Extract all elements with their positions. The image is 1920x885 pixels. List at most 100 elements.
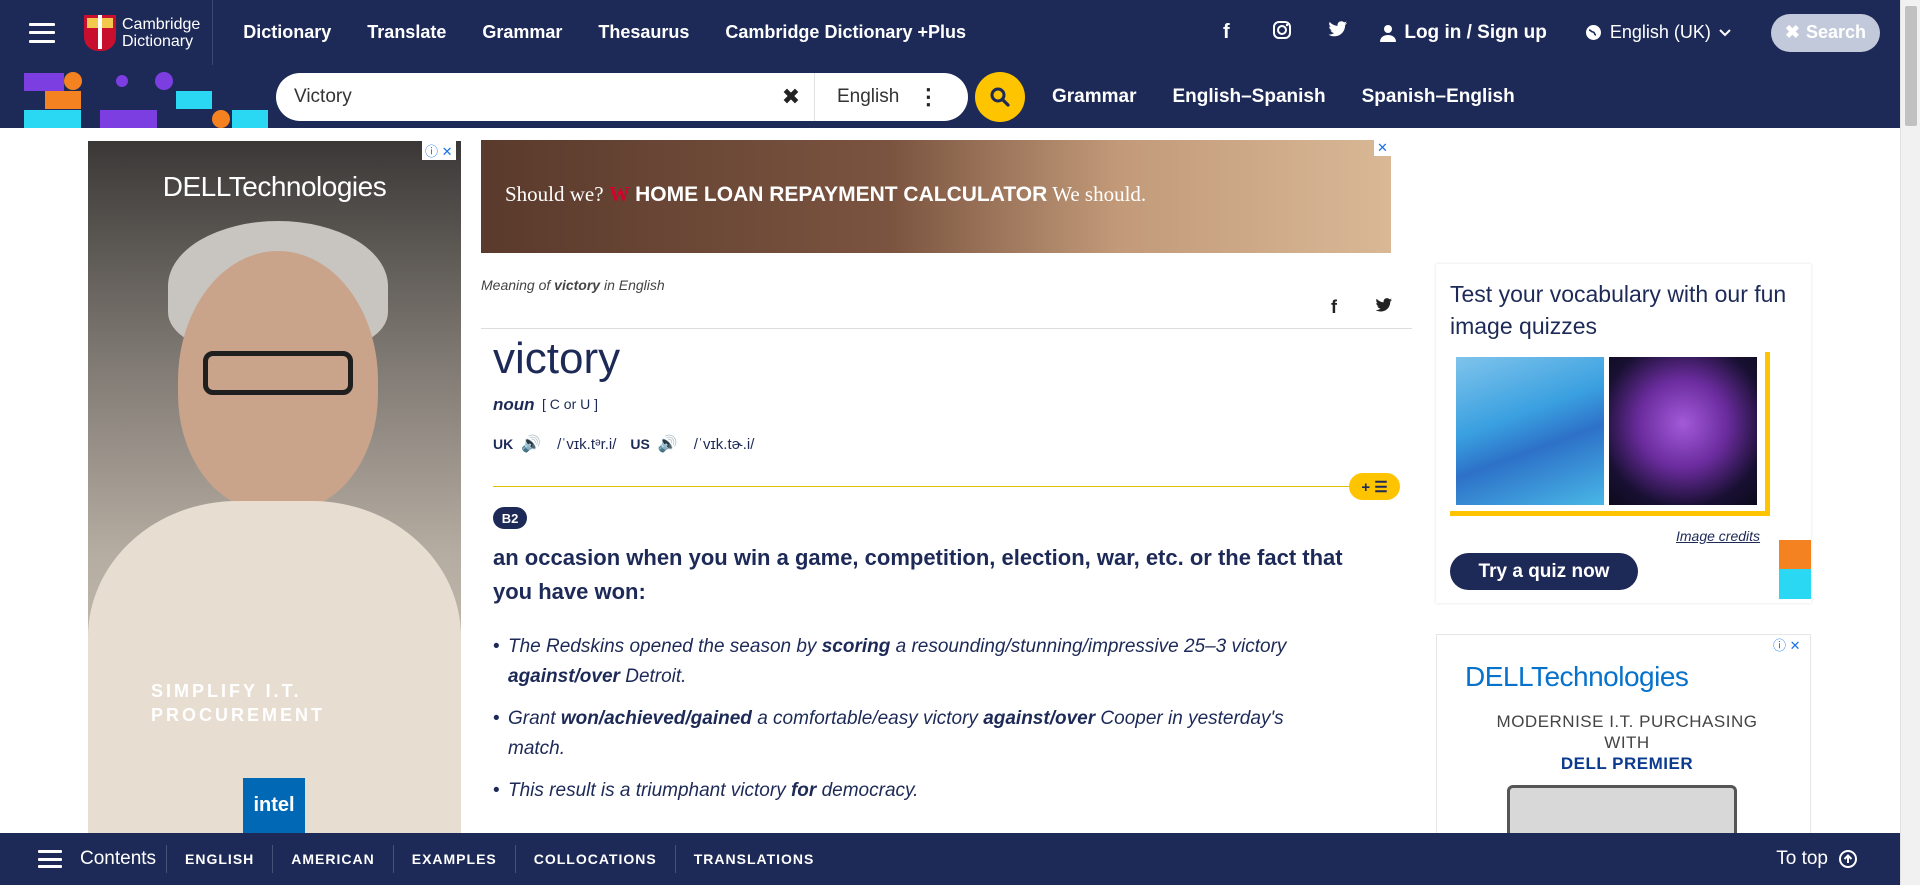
- example-item: This result is a triumphant victory for …: [493, 776, 1343, 806]
- ad-photo-glasses: [203, 351, 353, 395]
- part-of-speech: noun: [493, 395, 535, 414]
- decorative-block: [100, 110, 157, 128]
- image-credits-link[interactable]: Image credits: [1676, 528, 1760, 544]
- nav-thesaurus[interactable]: Thesaurus: [580, 22, 707, 43]
- decorative-dot: [64, 72, 82, 90]
- logo-text-line1: Cambridge: [122, 15, 201, 33]
- meaning-suffix: in English: [603, 277, 665, 293]
- meaning-prefix: Meaning of: [481, 277, 551, 293]
- share-twitter-icon[interactable]: [1375, 297, 1393, 318]
- ad-left-copy-line2: PROCUREMENT: [151, 705, 326, 725]
- scrollbar-thumb[interactable]: [1905, 6, 1917, 126]
- to-top-button[interactable]: To top: [1776, 848, 1858, 870]
- cambridge-shield-icon: [84, 14, 116, 51]
- nav-plus[interactable]: Cambridge Dictionary +Plus: [707, 22, 984, 43]
- tab-examples[interactable]: EXAMPLES: [392, 845, 515, 873]
- close-icon: ✖: [1784, 22, 1800, 42]
- left-advertisement[interactable]: DELLTechnologies SIMPLIFY I.T. PROCUREME…: [88, 141, 461, 833]
- nav-dictionary[interactable]: Dictionary: [225, 22, 349, 43]
- search-submit-button[interactable]: [975, 72, 1025, 122]
- uk-audio-icon[interactable]: 🔊: [521, 434, 541, 454]
- twitter-icon[interactable]: [1310, 21, 1366, 44]
- to-top-label: To top: [1776, 848, 1828, 869]
- ad-laptop-image: [1507, 785, 1737, 833]
- decorative-block: [1779, 540, 1811, 569]
- us-audio-icon[interactable]: 🔊: [658, 434, 678, 454]
- decorative-dot: [116, 75, 128, 87]
- hamburger-icon: [29, 22, 55, 43]
- quiz-title: Test your vocabulary with our fun image …: [1450, 281, 1787, 339]
- ad-right-copy-line1: MODERNISE I.T. PURCHASING: [1496, 712, 1758, 731]
- decorative-block: [24, 110, 81, 128]
- grammar-code: [ C or U ]: [542, 396, 599, 412]
- meaning-caption: Meaning of victory in English: [481, 277, 665, 293]
- example-item: The Redskins opened the season by scorin…: [493, 632, 1343, 692]
- us-ipa: /ˈvɪk.tɚ.i/: [693, 435, 755, 453]
- instagram-icon[interactable]: [1254, 20, 1310, 46]
- us-label: US: [630, 436, 650, 452]
- section-tabs: ENGLISH AMERICAN EXAMPLES COLLOCATIONS T…: [166, 845, 832, 873]
- arrow-up-circle-icon: [1839, 850, 1857, 868]
- quick-link-grammar[interactable]: Grammar: [1052, 86, 1137, 108]
- sense-divider: [493, 486, 1354, 487]
- main-menu-button[interactable]: [0, 0, 84, 65]
- login-label: Log in / Sign up: [1404, 21, 1547, 43]
- tab-translations[interactable]: TRANSLATIONS: [674, 845, 833, 873]
- page-scrollbar[interactable]: [1900, 0, 1920, 885]
- westpac-logo: W: [608, 182, 630, 206]
- quiz-image-waterslide[interactable]: [1456, 357, 1604, 505]
- search-input[interactable]: [294, 86, 754, 108]
- ad-top-headline: HOME LOAN REPAYMENT CALCULATOR: [635, 183, 1048, 206]
- quick-link-english-spanish[interactable]: English–Spanish: [1173, 86, 1326, 108]
- dictionary-selector[interactable]: English: [837, 86, 899, 108]
- quiz-images[interactable]: [1450, 352, 1770, 516]
- add-to-wordlist-button[interactable]: + ☰: [1349, 473, 1400, 500]
- language-selector[interactable]: English (UK): [1585, 22, 1731, 43]
- examples-list: The Redskins opened the season by scorin…: [493, 632, 1343, 818]
- intel-logo: intel: [243, 778, 305, 833]
- logo-text-line2: Dictionary: [122, 32, 194, 50]
- nav-grammar[interactable]: Grammar: [464, 22, 580, 43]
- adchoices-icon[interactable]: ⓘ ✕: [422, 141, 456, 160]
- chevron-down-icon: [1719, 28, 1731, 36]
- ad-right-copy-line3: DELL PREMIER: [1560, 754, 1694, 773]
- search-icon: [990, 87, 1010, 107]
- share-facebook-icon[interactable]: f: [1331, 297, 1337, 318]
- quick-link-spanish-english[interactable]: Spanish–English: [1362, 86, 1515, 108]
- quick-links: Grammar English–Spanish Spanish–English: [1052, 65, 1551, 128]
- adchoices-icon[interactable]: ⓘ ✕: [1770, 635, 1804, 654]
- clear-search-icon[interactable]: ✖: [778, 84, 804, 110]
- decorative-block: [232, 110, 268, 128]
- user-icon: [1380, 24, 1397, 42]
- ad-left-copy-line1: SIMPLIFY I.T.: [151, 681, 302, 701]
- try-quiz-button[interactable]: Try a quiz now: [1450, 553, 1638, 590]
- login-link[interactable]: Log in / Sign up: [1380, 21, 1547, 44]
- search-toggle-label: Search: [1805, 22, 1866, 42]
- quiz-image-ride[interactable]: [1609, 357, 1757, 505]
- divider: [481, 328, 1412, 329]
- nav-translate[interactable]: Translate: [349, 22, 464, 43]
- definition: an occasion when you win a game, competi…: [493, 545, 1343, 604]
- contents-toggle[interactable]: Contents: [38, 848, 156, 870]
- decorative-block: [1779, 569, 1811, 599]
- right-advertisement[interactable]: DELLTechnologies MODERNISE I.T. PURCHASI…: [1436, 634, 1811, 834]
- dell-logo: DELLTechnologies: [1465, 661, 1689, 692]
- ad-close-icon[interactable]: ✕: [1374, 140, 1391, 156]
- tab-collocations[interactable]: COLLOCATIONS: [514, 845, 675, 873]
- cambridge-logo[interactable]: Cambridge Dictionary: [84, 0, 214, 65]
- cefr-level-badge: B2: [493, 507, 527, 529]
- decorative-block: [176, 91, 212, 109]
- bottom-navigation-bar: Contents ENGLISH AMERICAN EXAMPLES COLLO…: [0, 833, 1900, 885]
- primary-nav: Dictionary Translate Grammar Thesaurus C…: [225, 0, 984, 65]
- top-navigation-bar: Cambridge Dictionary Dictionary Translat…: [0, 0, 1900, 65]
- more-options-icon[interactable]: ⋮: [917, 84, 939, 110]
- plus-list-icon: + ☰: [1361, 478, 1388, 496]
- search-toggle-button[interactable]: ✖ Search: [1770, 13, 1880, 52]
- pronunciation-row: UK 🔊 /ˈvɪk.tᵊr.i/ US 🔊 /ˈvɪk.tɚ.i/: [493, 434, 768, 454]
- dell-logo: DELLTechnologies: [162, 171, 387, 202]
- facebook-icon[interactable]: f: [1198, 21, 1254, 44]
- tab-english[interactable]: ENGLISH: [166, 845, 272, 873]
- top-banner-advertisement[interactable]: Should we? W HOME LOAN REPAYMENT CALCULA…: [481, 140, 1391, 253]
- tab-american[interactable]: AMERICAN: [272, 845, 392, 873]
- search-box: ✖ English ⋮: [276, 73, 968, 121]
